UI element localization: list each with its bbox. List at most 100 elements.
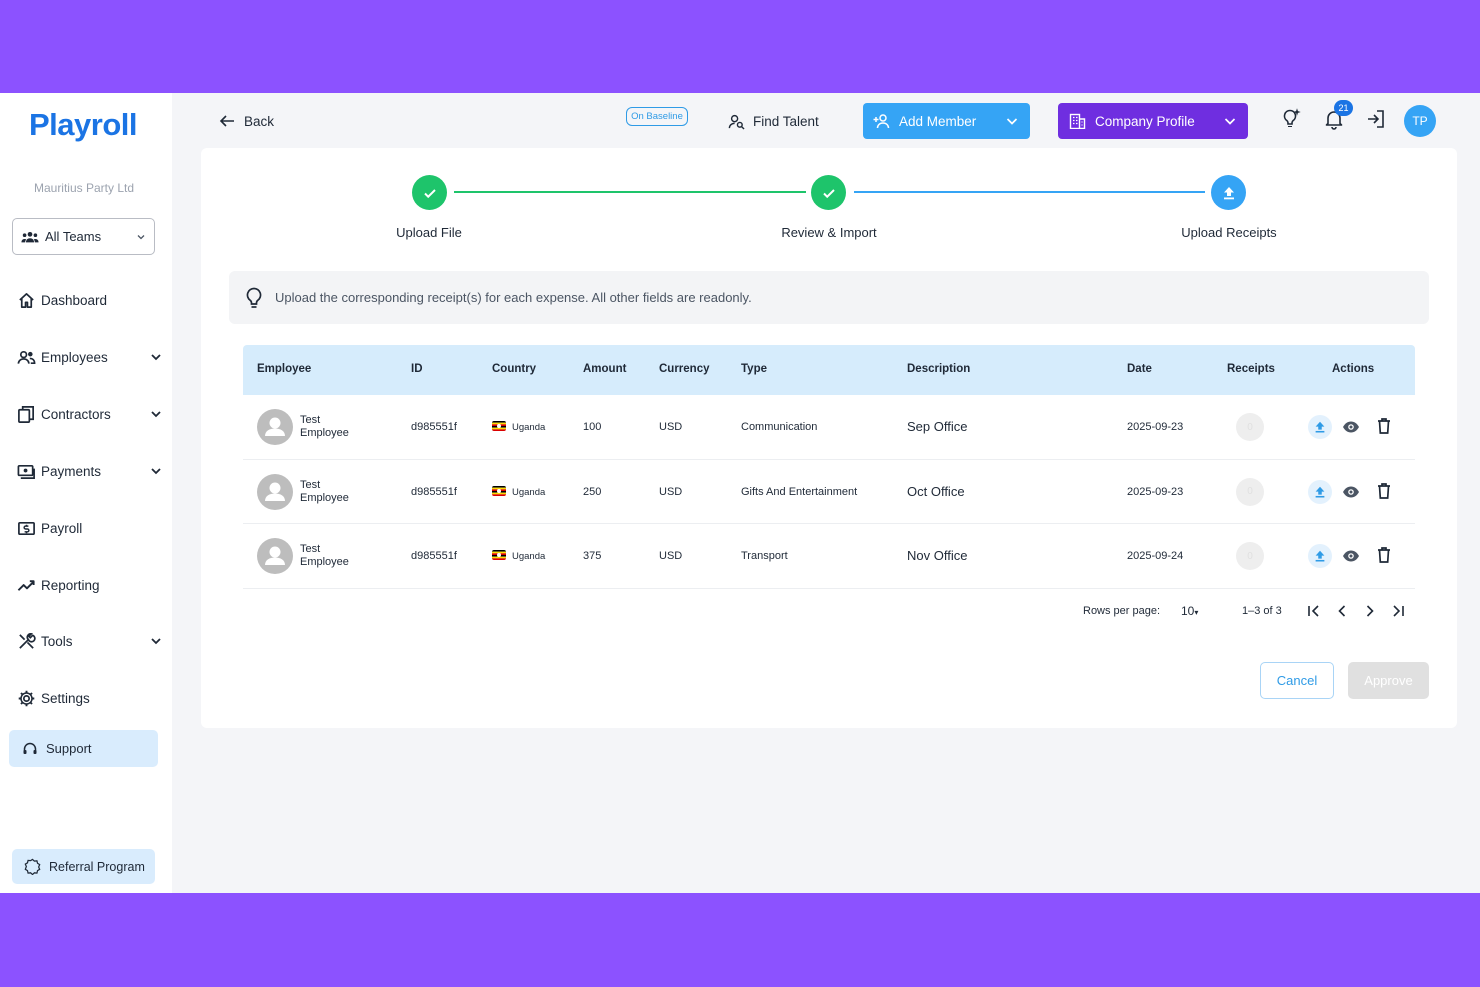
approve-button[interactable]: Approve [1348, 662, 1429, 699]
chevron-down-icon[interactable] [1224, 115, 1236, 127]
sidebar-item-tools[interactable]: Tools [17, 626, 162, 656]
person-icon [265, 482, 285, 501]
receipt-count: 0 [1236, 477, 1264, 506]
home-icon [19, 292, 34, 308]
find-talent-button[interactable]: Find Talent [728, 111, 819, 131]
stepper-connector [854, 191, 1205, 193]
eye-icon[interactable] [1342, 483, 1360, 501]
company-profile-label: Company Profile [1095, 113, 1195, 129]
payroll-icon [18, 521, 35, 535]
table-row: Test Employee d985551f Uganda 100 USD Com… [243, 395, 1415, 460]
next-page-icon[interactable] [1362, 603, 1378, 619]
support-label: Support [46, 741, 92, 756]
column-header-actions: Actions [1332, 363, 1375, 375]
upload-receipt-button[interactable] [1308, 415, 1332, 439]
user-avatar[interactable]: TP [1404, 105, 1436, 137]
team-icon [21, 231, 39, 242]
rows-per-page-select[interactable]: 10▾ [1181, 604, 1198, 618]
organization-name: Mauritius Party Ltd [33, 181, 135, 195]
upload-receipt-button[interactable] [1308, 479, 1332, 504]
referral-label: Referral Program [49, 859, 145, 874]
company-profile-button[interactable]: Company Profile [1058, 103, 1248, 139]
cancel-button[interactable]: Cancel [1260, 662, 1334, 699]
employees-icon [17, 350, 36, 364]
team-select-label: All Teams [45, 229, 102, 244]
sidebar-item-label: Payroll [41, 520, 83, 536]
employee-avatar [257, 538, 293, 574]
back-button[interactable]: Back [219, 111, 274, 131]
sidebar: Playroll Mauritius Party Ltd All Teams D… [0, 93, 172, 893]
referral-program-button[interactable]: Referral Program [12, 849, 155, 884]
eye-icon[interactable] [1342, 418, 1360, 436]
country-name: Uganda [512, 422, 546, 433]
baseline-badge[interactable]: On Baseline [626, 107, 688, 126]
step-label: Upload File [396, 225, 462, 240]
cell-id: d985551f [411, 421, 457, 433]
previous-page-icon[interactable] [1334, 603, 1350, 619]
chevron-down-icon[interactable] [1006, 115, 1018, 127]
cell-description: Oct Office [907, 483, 965, 499]
cell-currency: USD [659, 421, 683, 433]
logout-icon[interactable] [1365, 108, 1387, 130]
pagination-range: 1–3 of 3 [1242, 605, 1282, 617]
step-complete-circle [412, 175, 447, 210]
step-complete-circle [811, 175, 846, 210]
column-header-type[interactable]: Type [741, 363, 767, 375]
trash-icon[interactable] [1376, 417, 1392, 435]
upload-icon [1315, 550, 1325, 562]
sidebar-item-payments[interactable]: Payments [17, 456, 162, 486]
column-header-description[interactable]: Description [907, 363, 970, 375]
rows-per-page-value: 10 [1181, 604, 1195, 618]
sidebar-item-support[interactable]: Support [9, 730, 158, 767]
employee-avatar [257, 409, 293, 445]
sidebar-item-label: Settings [41, 690, 90, 706]
stepper-connector [454, 191, 806, 193]
sidebar-item-label: Dashboard [41, 292, 108, 308]
employee-last-name: Employee [300, 556, 349, 568]
cell-currency: USD [659, 485, 683, 498]
column-header-amount[interactable]: Amount [583, 363, 626, 375]
lightbulb-icon[interactable] [1280, 108, 1302, 130]
cell-type: Gifts And Entertainment [741, 485, 858, 498]
employee-avatar [257, 473, 293, 510]
uganda-flag-icon [492, 550, 506, 560]
cell-id: d985551f [411, 550, 457, 562]
table-row: Test Employee d985551f Uganda 375 USD Tra… [243, 524, 1415, 589]
chevron-down-icon [151, 638, 161, 645]
sidebar-item-payroll[interactable]: Payroll [17, 513, 162, 543]
column-header-country[interactable]: Country [492, 363, 536, 375]
sidebar-item-settings[interactable]: Settings [17, 683, 162, 713]
chevron-down-icon [151, 354, 161, 361]
last-page-icon[interactable] [1390, 603, 1406, 619]
payments-icon [17, 464, 35, 479]
sidebar-item-contractors[interactable]: Contractors [17, 399, 162, 429]
expenses-table: Employee ID Country Amount Currency Type… [243, 345, 1415, 589]
employee-first-name: Test [300, 478, 321, 491]
trash-icon[interactable] [1376, 482, 1392, 500]
sidebar-item-dashboard[interactable]: Dashboard [17, 285, 162, 315]
eye-icon[interactable] [1342, 547, 1360, 565]
column-header-receipts[interactable]: Receipts [1227, 363, 1275, 375]
sidebar-item-employees[interactable]: Employees [17, 342, 162, 372]
checkmark-icon [423, 188, 436, 198]
country-name: Uganda [512, 486, 546, 498]
add-member-button[interactable]: Add Member [863, 103, 1030, 139]
cell-country: Uganda [492, 421, 545, 433]
employee-last-name: Employee [300, 491, 349, 504]
upload-receipt-button[interactable] [1308, 544, 1332, 568]
step-label: Review & Import [781, 225, 877, 240]
team-select[interactable]: All Teams [12, 218, 155, 255]
first-page-icon[interactable] [1306, 603, 1322, 619]
sidebar-item-label: Reporting [41, 577, 100, 593]
cell-currency: USD [659, 550, 683, 562]
chevron-down-icon [151, 411, 161, 418]
upload-icon [1315, 486, 1325, 498]
column-header-id[interactable]: ID [411, 363, 423, 375]
column-header-date[interactable]: Date [1127, 363, 1152, 375]
add-user-icon [873, 114, 890, 129]
column-header-currency[interactable]: Currency [659, 363, 710, 375]
trash-icon[interactable] [1376, 546, 1392, 564]
column-header-employee[interactable]: Employee [257, 363, 311, 375]
sidebar-item-reporting[interactable]: Reporting [17, 570, 162, 600]
pagination: Rows per page: 10▾ 1–3 of 3 [243, 600, 1415, 620]
